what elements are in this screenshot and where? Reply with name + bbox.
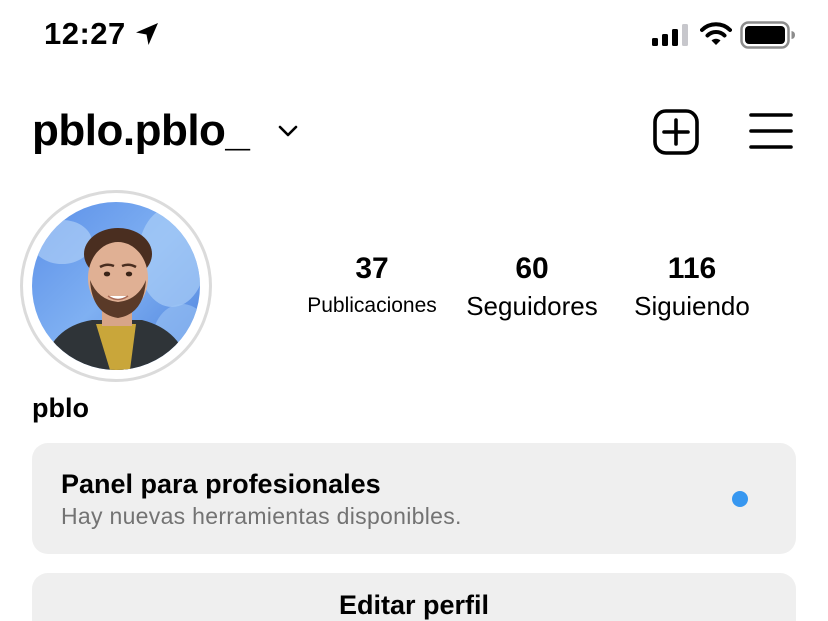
professional-dashboard-card[interactable]: Panel para profesionales Hay nuevas herr… (32, 443, 796, 554)
wifi-icon (700, 22, 732, 45)
plus-square-icon (653, 109, 699, 155)
following-label: Siguiendo (634, 291, 750, 321)
battery-icon (740, 21, 795, 49)
cellular-signal-icon (652, 24, 688, 46)
followers-label: Seguidores (466, 291, 598, 321)
menu-button[interactable] (748, 110, 794, 152)
pro-panel-title: Panel para profesionales (61, 469, 381, 499)
display-name: pblo (32, 393, 89, 423)
stat-following[interactable]: 116 Siguiendo (622, 250, 762, 324)
avatar[interactable] (32, 202, 200, 370)
edit-profile-label: Editar perfil (338, 590, 490, 620)
chevron-down-icon[interactable] (278, 124, 298, 138)
new-post-button[interactable] (652, 108, 700, 156)
followers-count: 60 (515, 252, 549, 285)
following-count: 116 (667, 252, 717, 285)
status-time: 12:27 (44, 16, 126, 51)
edit-profile-button[interactable]: Editar perfil (32, 573, 796, 621)
stat-posts[interactable]: 37 Publicaciones (298, 250, 446, 324)
posts-label: Publicaciones (307, 294, 437, 317)
notification-dot (732, 491, 748, 507)
profile-username[interactable]: pblo.pblo_ (32, 104, 250, 158)
hamburger-menu-icon (749, 113, 793, 149)
posts-count: 37 (355, 252, 389, 285)
profile-screen: 12:27 pblo.pblo_ 37 Publicaciones 60 Seg… (0, 0, 828, 621)
location-arrow-icon (136, 23, 158, 45)
pro-panel-subtitle: Hay nuevas herramientas disponibles. (61, 503, 462, 529)
stat-followers[interactable]: 60 Seguidores (456, 250, 608, 324)
